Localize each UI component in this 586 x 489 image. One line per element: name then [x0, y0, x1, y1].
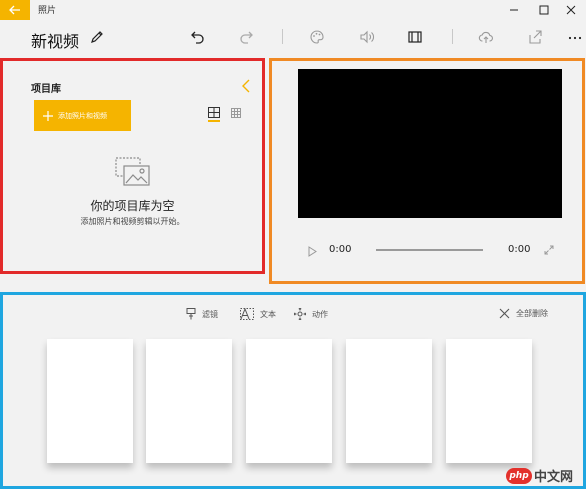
aspect-ratio-icon — [408, 31, 422, 43]
redo-button[interactable] — [236, 27, 256, 47]
redo-icon — [240, 31, 253, 44]
undo-button[interactable] — [188, 27, 208, 47]
add-button-label: 添加照片和视频 — [58, 111, 107, 120]
storyboard-card[interactable] — [246, 339, 332, 463]
pencil-icon — [91, 31, 103, 43]
text-tool-button[interactable]: 文本 — [240, 308, 276, 320]
seek-bar[interactable] — [376, 249, 483, 251]
remove-all-label: 全部删除 — [516, 309, 548, 318]
add-photos-videos-button[interactable]: 添加照片和视频 — [34, 100, 131, 131]
current-time: 0:00 — [329, 244, 352, 255]
library-title: 项目库 — [31, 84, 61, 95]
motion-tool-label: 动作 — [312, 309, 328, 319]
storyboard-card[interactable] — [47, 339, 133, 463]
back-button[interactable] — [0, 0, 30, 20]
share-button[interactable] — [525, 27, 545, 47]
more-icon — [568, 36, 582, 40]
filter-icon — [186, 308, 196, 320]
empty-library-title: 你的项目库为空 — [90, 199, 175, 213]
storyboard-panel: 滤镜 文本 动作 全部删除 — [0, 292, 586, 489]
watermark-text: 中文网 — [534, 470, 574, 485]
text-tool-label: 文本 — [260, 309, 276, 319]
text-icon — [240, 308, 254, 320]
remove-all-button[interactable]: 全部删除 — [499, 308, 548, 319]
project-library-panel: 项目库 添加照片和视频 你的项目库为空 添加照片和视频剪辑以开始。 — [0, 58, 265, 274]
audio-button[interactable] — [357, 27, 377, 47]
project-title: 新视频 — [31, 32, 80, 51]
maximize-icon — [539, 5, 549, 15]
watermark: php 中文网 — [506, 466, 573, 485]
more-options-button[interactable] — [565, 27, 585, 47]
toolbar: 新视频 — [0, 20, 586, 56]
photos-icon — [115, 157, 150, 186]
plus-icon — [43, 110, 53, 121]
minimize-button[interactable] — [499, 0, 529, 20]
video-preview-panel: 0:00 0:00 — [269, 58, 585, 284]
small-grid-view-button[interactable] — [231, 108, 241, 118]
fullscreen-button[interactable] — [544, 245, 554, 255]
play-button[interactable] — [308, 246, 317, 257]
maximize-button[interactable] — [529, 0, 559, 20]
filter-tool-button[interactable]: 滤镜 — [186, 308, 218, 320]
close-icon — [499, 308, 510, 319]
close-icon — [566, 5, 576, 15]
expand-icon — [544, 245, 554, 255]
cloud-upload-icon — [478, 31, 493, 43]
video-preview-screen[interactable] — [298, 69, 562, 218]
undo-icon — [191, 31, 204, 44]
title-bar: 照片 — [0, 0, 586, 20]
palette-icon — [310, 30, 324, 44]
back-arrow-icon — [9, 5, 20, 15]
storyboard-card[interactable] — [146, 339, 232, 463]
storyboard-card[interactable] — [346, 339, 432, 463]
empty-library-icon — [115, 157, 151, 187]
share-icon — [529, 30, 542, 44]
minimize-icon — [510, 9, 518, 11]
active-view-indicator — [208, 120, 220, 122]
theme-button[interactable] — [307, 27, 327, 47]
grid-small-icon — [231, 108, 241, 118]
collapse-library-button[interactable] — [241, 79, 251, 93]
close-button[interactable] — [556, 0, 586, 20]
upload-button[interactable] — [476, 27, 496, 47]
empty-library-subtitle: 添加照片和视频剪辑以开始。 — [80, 217, 185, 226]
toolbar-divider — [452, 29, 453, 44]
filter-tool-label: 滤镜 — [202, 309, 218, 319]
motion-tool-button[interactable]: 动作 — [294, 308, 328, 320]
chevron-left-icon — [242, 79, 250, 93]
motion-icon — [294, 308, 306, 320]
play-icon — [308, 246, 317, 257]
app-name: 照片 — [38, 6, 57, 16]
watermark-logo: php — [506, 467, 532, 484]
storyboard-card[interactable] — [446, 339, 532, 463]
total-duration: 0:00 — [508, 244, 531, 255]
aspect-ratio-button[interactable] — [405, 27, 425, 47]
speaker-icon — [360, 30, 374, 44]
grid-large-icon — [208, 107, 220, 118]
toolbar-divider — [282, 29, 283, 44]
large-grid-view-button[interactable] — [208, 107, 220, 118]
rename-button[interactable] — [90, 30, 104, 44]
